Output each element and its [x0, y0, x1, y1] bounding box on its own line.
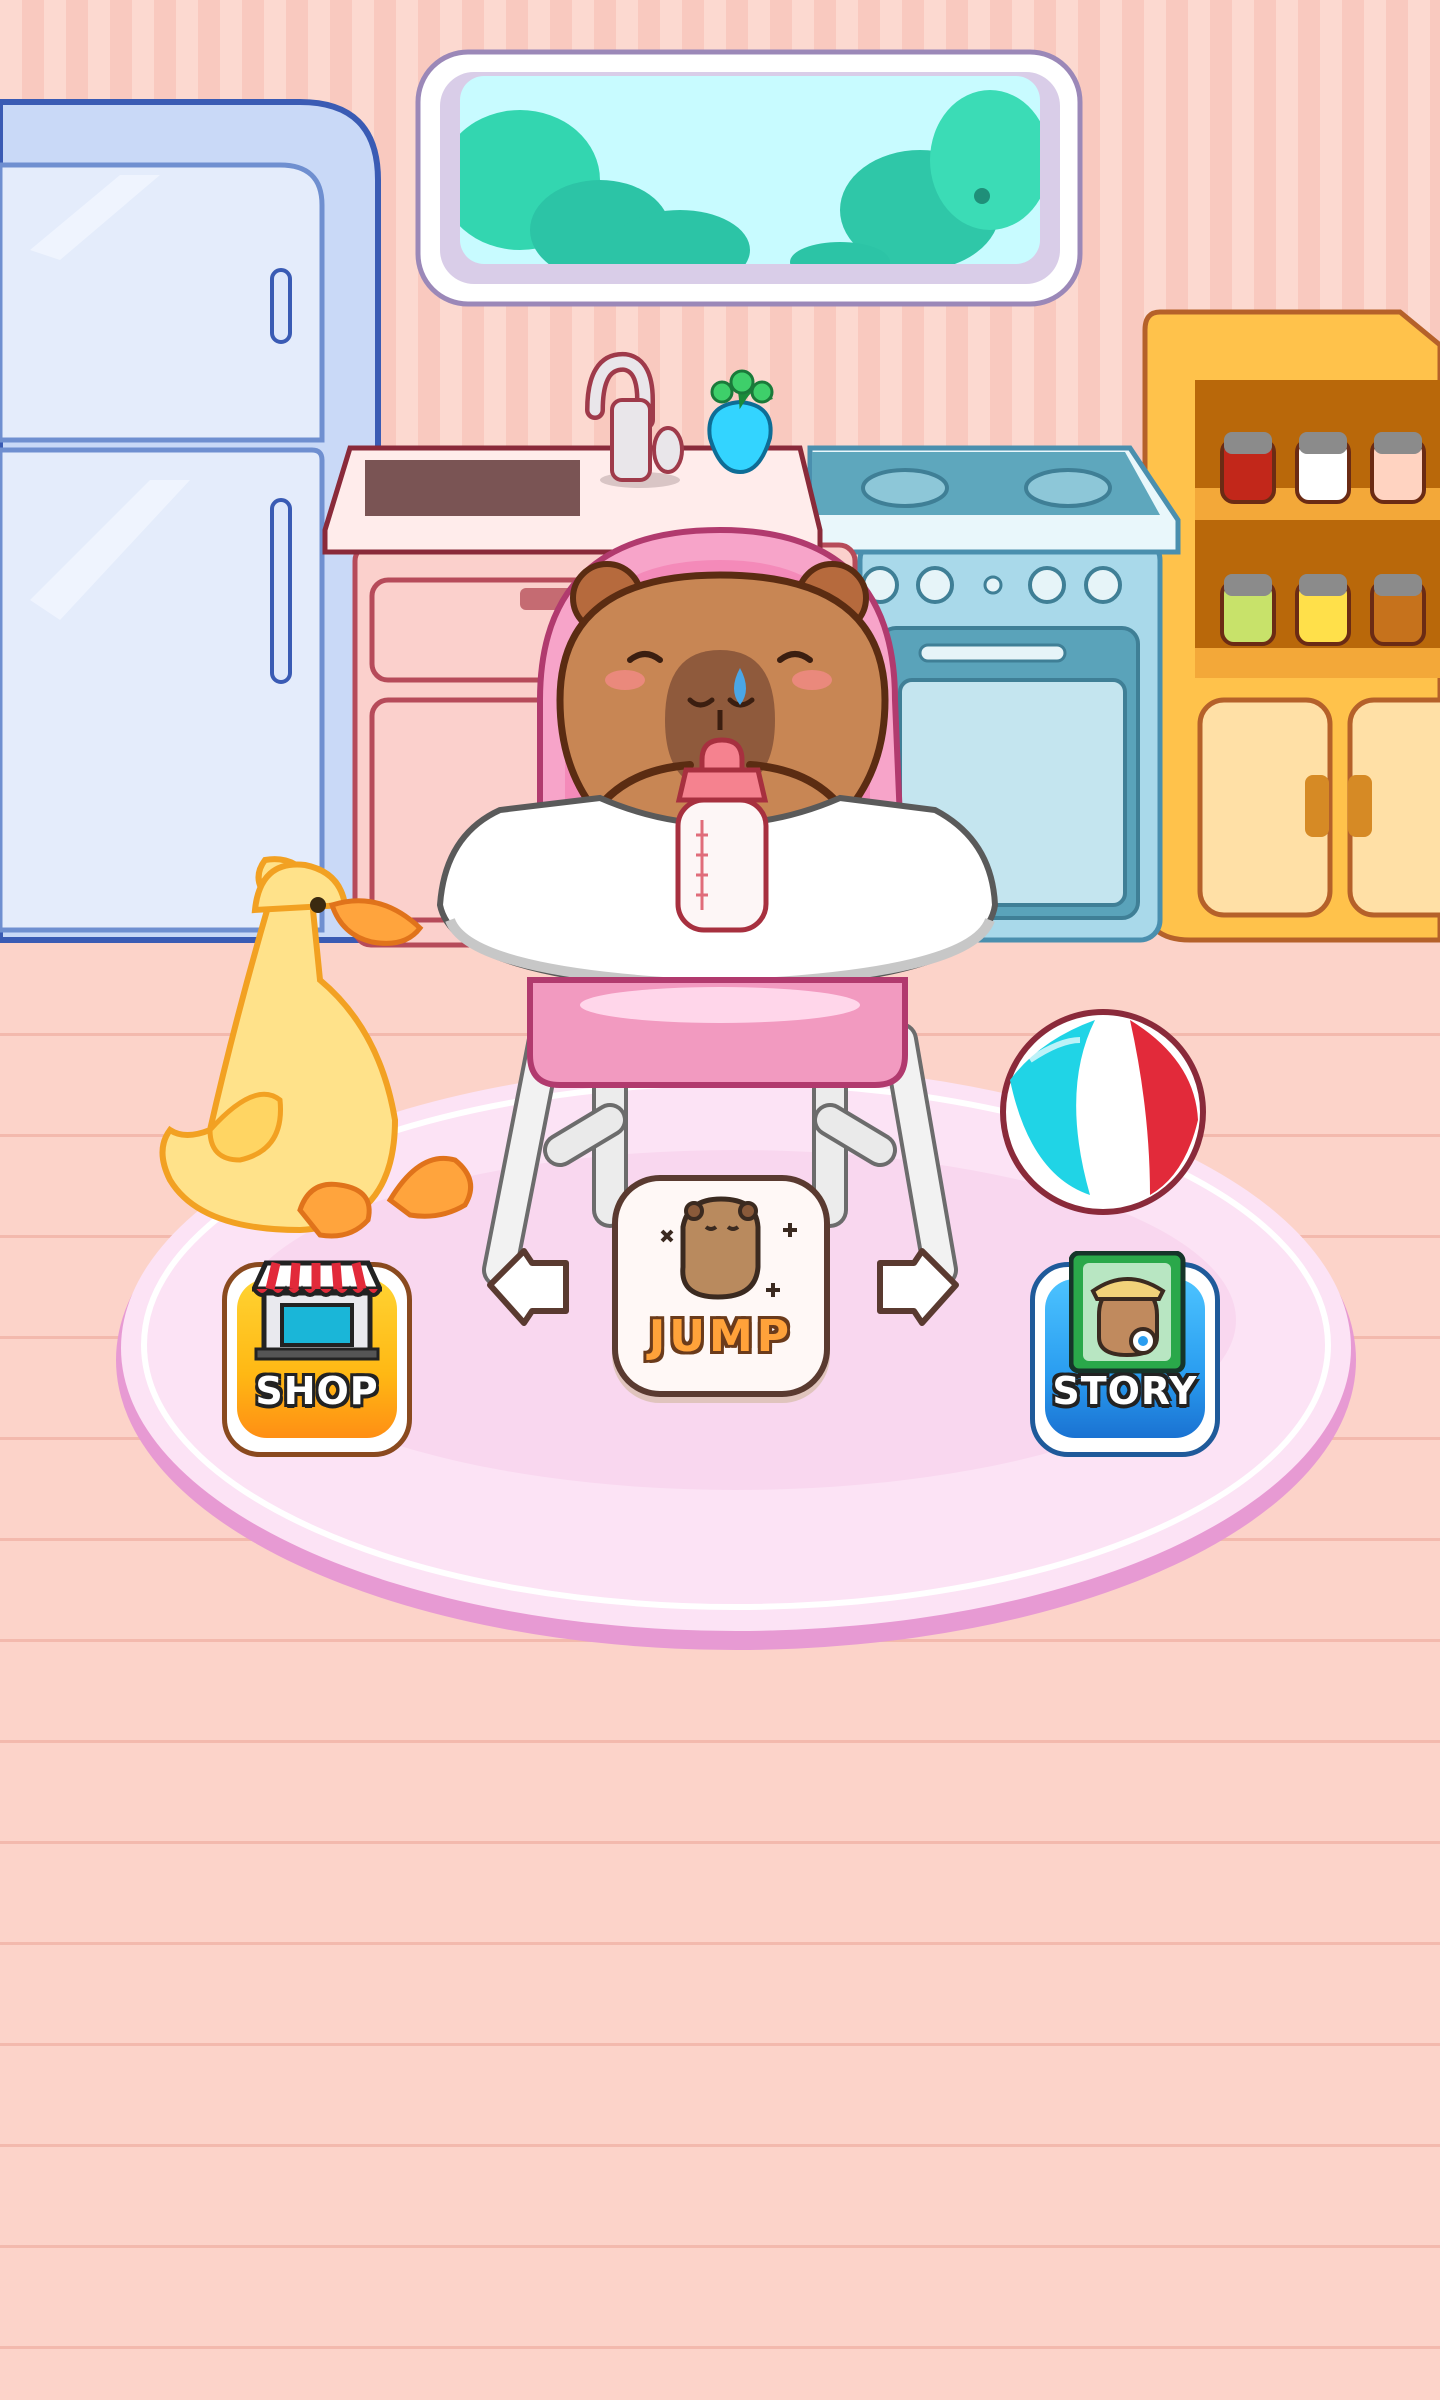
milk-bottle: [675, 737, 769, 933]
story-label: STORY: [1052, 1369, 1198, 1413]
left-arrow-icon: [487, 1248, 569, 1326]
jump-button[interactable]: JUMP: [612, 1175, 830, 1397]
story-button[interactable]: STORY: [1030, 1251, 1220, 1457]
shop-label: SHOP: [255, 1369, 379, 1413]
storybook-icon: [1069, 1251, 1186, 1374]
shop-button[interactable]: SHOP: [222, 1260, 412, 1457]
next-arrow-button[interactable]: [872, 1243, 964, 1331]
beach-ball: [1000, 1009, 1206, 1215]
spice-cabinet: [1142, 309, 1440, 943]
window: [415, 49, 1083, 307]
storefront-icon: [252, 1260, 382, 1361]
right-arrow-icon: [877, 1248, 959, 1326]
prev-arrow-button[interactable]: [482, 1243, 574, 1331]
fridge: [0, 99, 381, 943]
capybara-jump-icon: [660, 1196, 797, 1300]
jump-label: JUMP: [648, 1311, 794, 1362]
kitchen-scene: JUMP SHOP STORY: [0, 0, 1440, 2400]
